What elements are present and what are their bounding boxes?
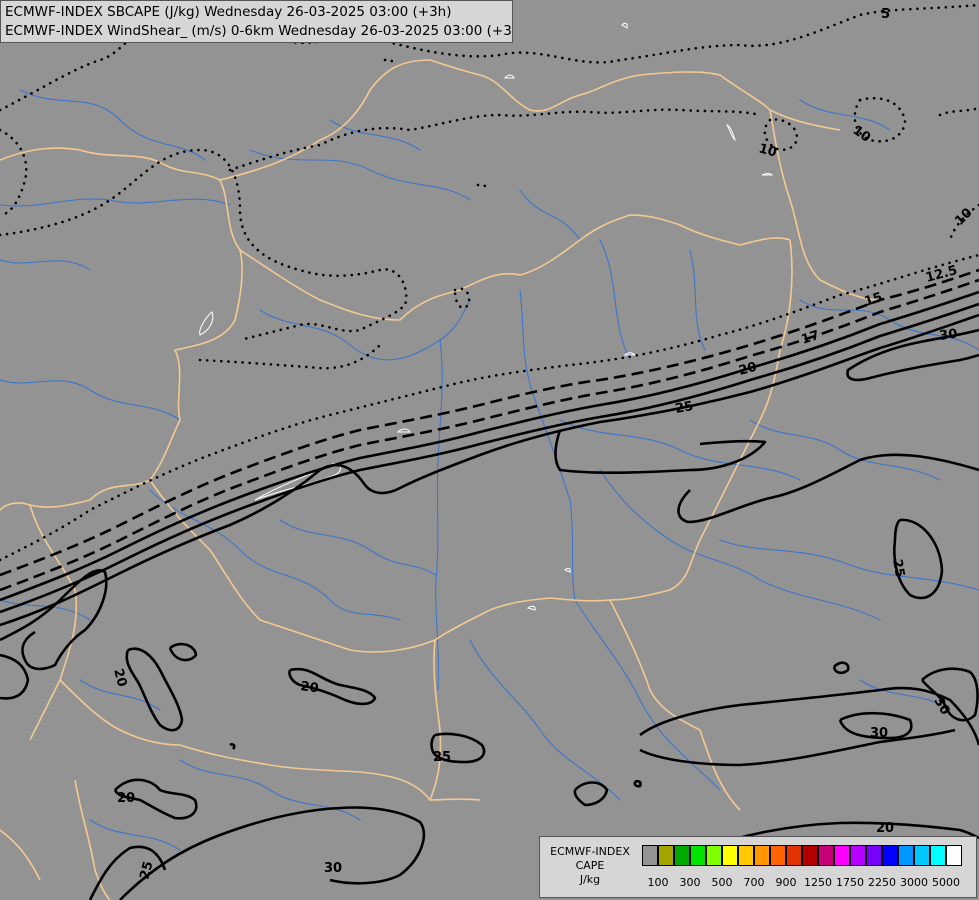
legend-tick-label: 2250 xyxy=(868,876,896,889)
contour-label: 20 xyxy=(876,821,894,836)
legend-swatch xyxy=(690,845,706,866)
legend-swatch xyxy=(770,845,786,866)
legend-swatch xyxy=(658,845,674,866)
contour-label: 30 xyxy=(870,726,888,741)
legend-tick-label: 5000 xyxy=(932,876,960,889)
legend-swatch xyxy=(674,845,690,866)
contour-label: 20 xyxy=(117,791,135,806)
legend-title-param: CAPE xyxy=(575,859,605,872)
legend-tick-label: 500 xyxy=(711,876,733,889)
contour-label: 25 xyxy=(674,399,694,417)
weather-map: 5 10 10 10 12.5 15 17 20 25 30 25 20 20 … xyxy=(0,0,979,900)
legend-tick-label: 300 xyxy=(679,876,701,889)
map-title-windshear: ECMWF-INDEX WindShear_ (m/s) 0-6km Wedne… xyxy=(5,23,513,39)
legend-swatch xyxy=(866,845,882,866)
legend-tick-label: 3000 xyxy=(900,876,928,889)
legend-swatch xyxy=(946,845,962,866)
legend-tick-label: 700 xyxy=(743,876,765,889)
contour-label: 25 xyxy=(889,558,907,578)
contour-label: 30 xyxy=(324,861,342,876)
legend-tick-label: 1250 xyxy=(804,876,832,889)
legend-title-unit: J/kg xyxy=(579,873,601,886)
cape-legend: ECMWF-INDEX CAPE J/kg 100 300 500 700 900 125… xyxy=(539,836,977,898)
legend-swatch xyxy=(850,845,866,866)
legend-tick-label: 900 xyxy=(775,876,797,889)
map-title-box: ECMWF-INDEX SBCAPE (J/kg) Wednesday 26-0… xyxy=(0,0,513,43)
contour-label: 30 xyxy=(938,327,958,344)
legend-swatches xyxy=(642,845,962,866)
legend-swatch xyxy=(882,845,898,866)
legend-swatch xyxy=(818,845,834,866)
legend-swatch xyxy=(802,845,818,866)
legend-swatch xyxy=(834,845,850,866)
contour-label: 5 xyxy=(881,7,890,22)
contour-label: 20 xyxy=(299,679,319,696)
legend-swatch xyxy=(706,845,722,866)
legend-ticks: 100 300 500 700 900 1250 1750 2250 3000 5000 xyxy=(642,876,972,890)
map-background xyxy=(0,0,979,900)
legend-swatch xyxy=(642,845,658,866)
legend-tick-label: 1750 xyxy=(836,876,864,889)
legend-swatch xyxy=(754,845,770,866)
legend-swatch xyxy=(786,845,802,866)
legend-swatch xyxy=(738,845,754,866)
legend-tick-label: 100 xyxy=(647,876,669,889)
contour-label: 25 xyxy=(433,750,451,765)
map-title-cape: ECMWF-INDEX SBCAPE (J/kg) Wednesday 26-0… xyxy=(5,4,452,20)
legend-title-model: ECMWF-INDEX xyxy=(550,845,630,858)
legend-swatch xyxy=(914,845,930,866)
legend-swatch xyxy=(898,845,914,866)
legend-swatch xyxy=(722,845,738,866)
legend-swatch xyxy=(930,845,946,866)
legend-title: ECMWF-INDEX CAPE J/kg xyxy=(544,845,636,887)
